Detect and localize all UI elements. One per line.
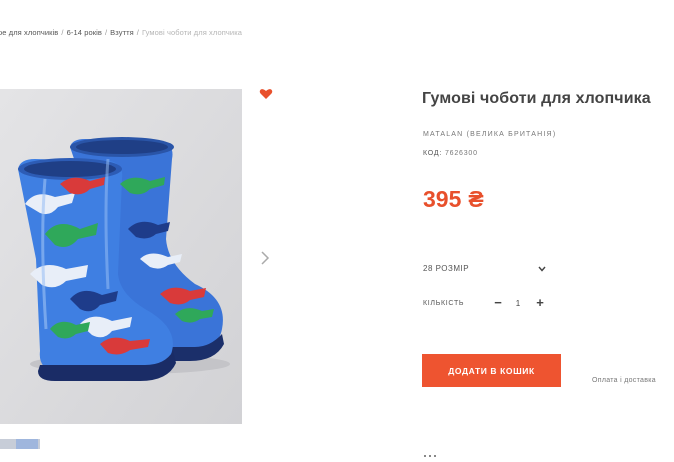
breadcrumb-item-age[interactable]: 6-14 років	[67, 28, 102, 37]
product-price: 395 ₴	[423, 186, 484, 213]
product-title: Гумові чоботи для хлопчика	[422, 90, 651, 107]
payment-delivery-link[interactable]: Оплата і доставка	[592, 377, 656, 384]
breadcrumb-separator: /	[61, 28, 64, 37]
product-code-label: КОД:	[423, 150, 443, 157]
quantity-input[interactable]	[510, 297, 526, 310]
chevron-down-icon	[538, 266, 546, 272]
quantity-increase-button[interactable]: +	[534, 296, 546, 310]
quantity-decrease-button[interactable]: −	[492, 296, 504, 310]
price-currency: ₴	[468, 186, 484, 212]
heart-icon[interactable]	[259, 88, 273, 100]
bottom-partial-content	[424, 444, 454, 457]
product-brand: MATALAN (ВЕЛИКА БРИТАНІЯ)	[423, 131, 557, 138]
breadcrumb: ре для хлопчиків/6-14 років / Взуття / Гумов…	[0, 28, 242, 37]
breadcrumb-item-shoes[interactable]: Взуття	[110, 28, 134, 37]
breadcrumb-item-boys[interactable]: ре для хлопчиків	[0, 28, 58, 37]
size-select[interactable]: 28 РОЗМІР	[423, 260, 548, 278]
product-image[interactable]	[0, 89, 242, 424]
rubber-boots-illustration	[0, 89, 242, 424]
product-code-value: 7626300	[444, 150, 478, 157]
product-thumbnail[interactable]	[0, 439, 40, 449]
quantity-label: КІЛЬКІСТЬ	[423, 300, 465, 307]
price-value: 395	[423, 186, 462, 212]
breadcrumb-separator: /	[136, 28, 139, 37]
chevron-right-icon[interactable]	[259, 249, 271, 267]
breadcrumb-separator: /	[104, 28, 108, 37]
product-code: КОД: 7626300	[423, 150, 478, 157]
breadcrumb-current: Гумові чоботи для хлопчика	[141, 28, 243, 37]
size-selected-value: 28 РОЗМІР	[423, 264, 470, 273]
add-to-cart-button[interactable]: ДОДАТИ В КОШИК	[422, 354, 561, 387]
